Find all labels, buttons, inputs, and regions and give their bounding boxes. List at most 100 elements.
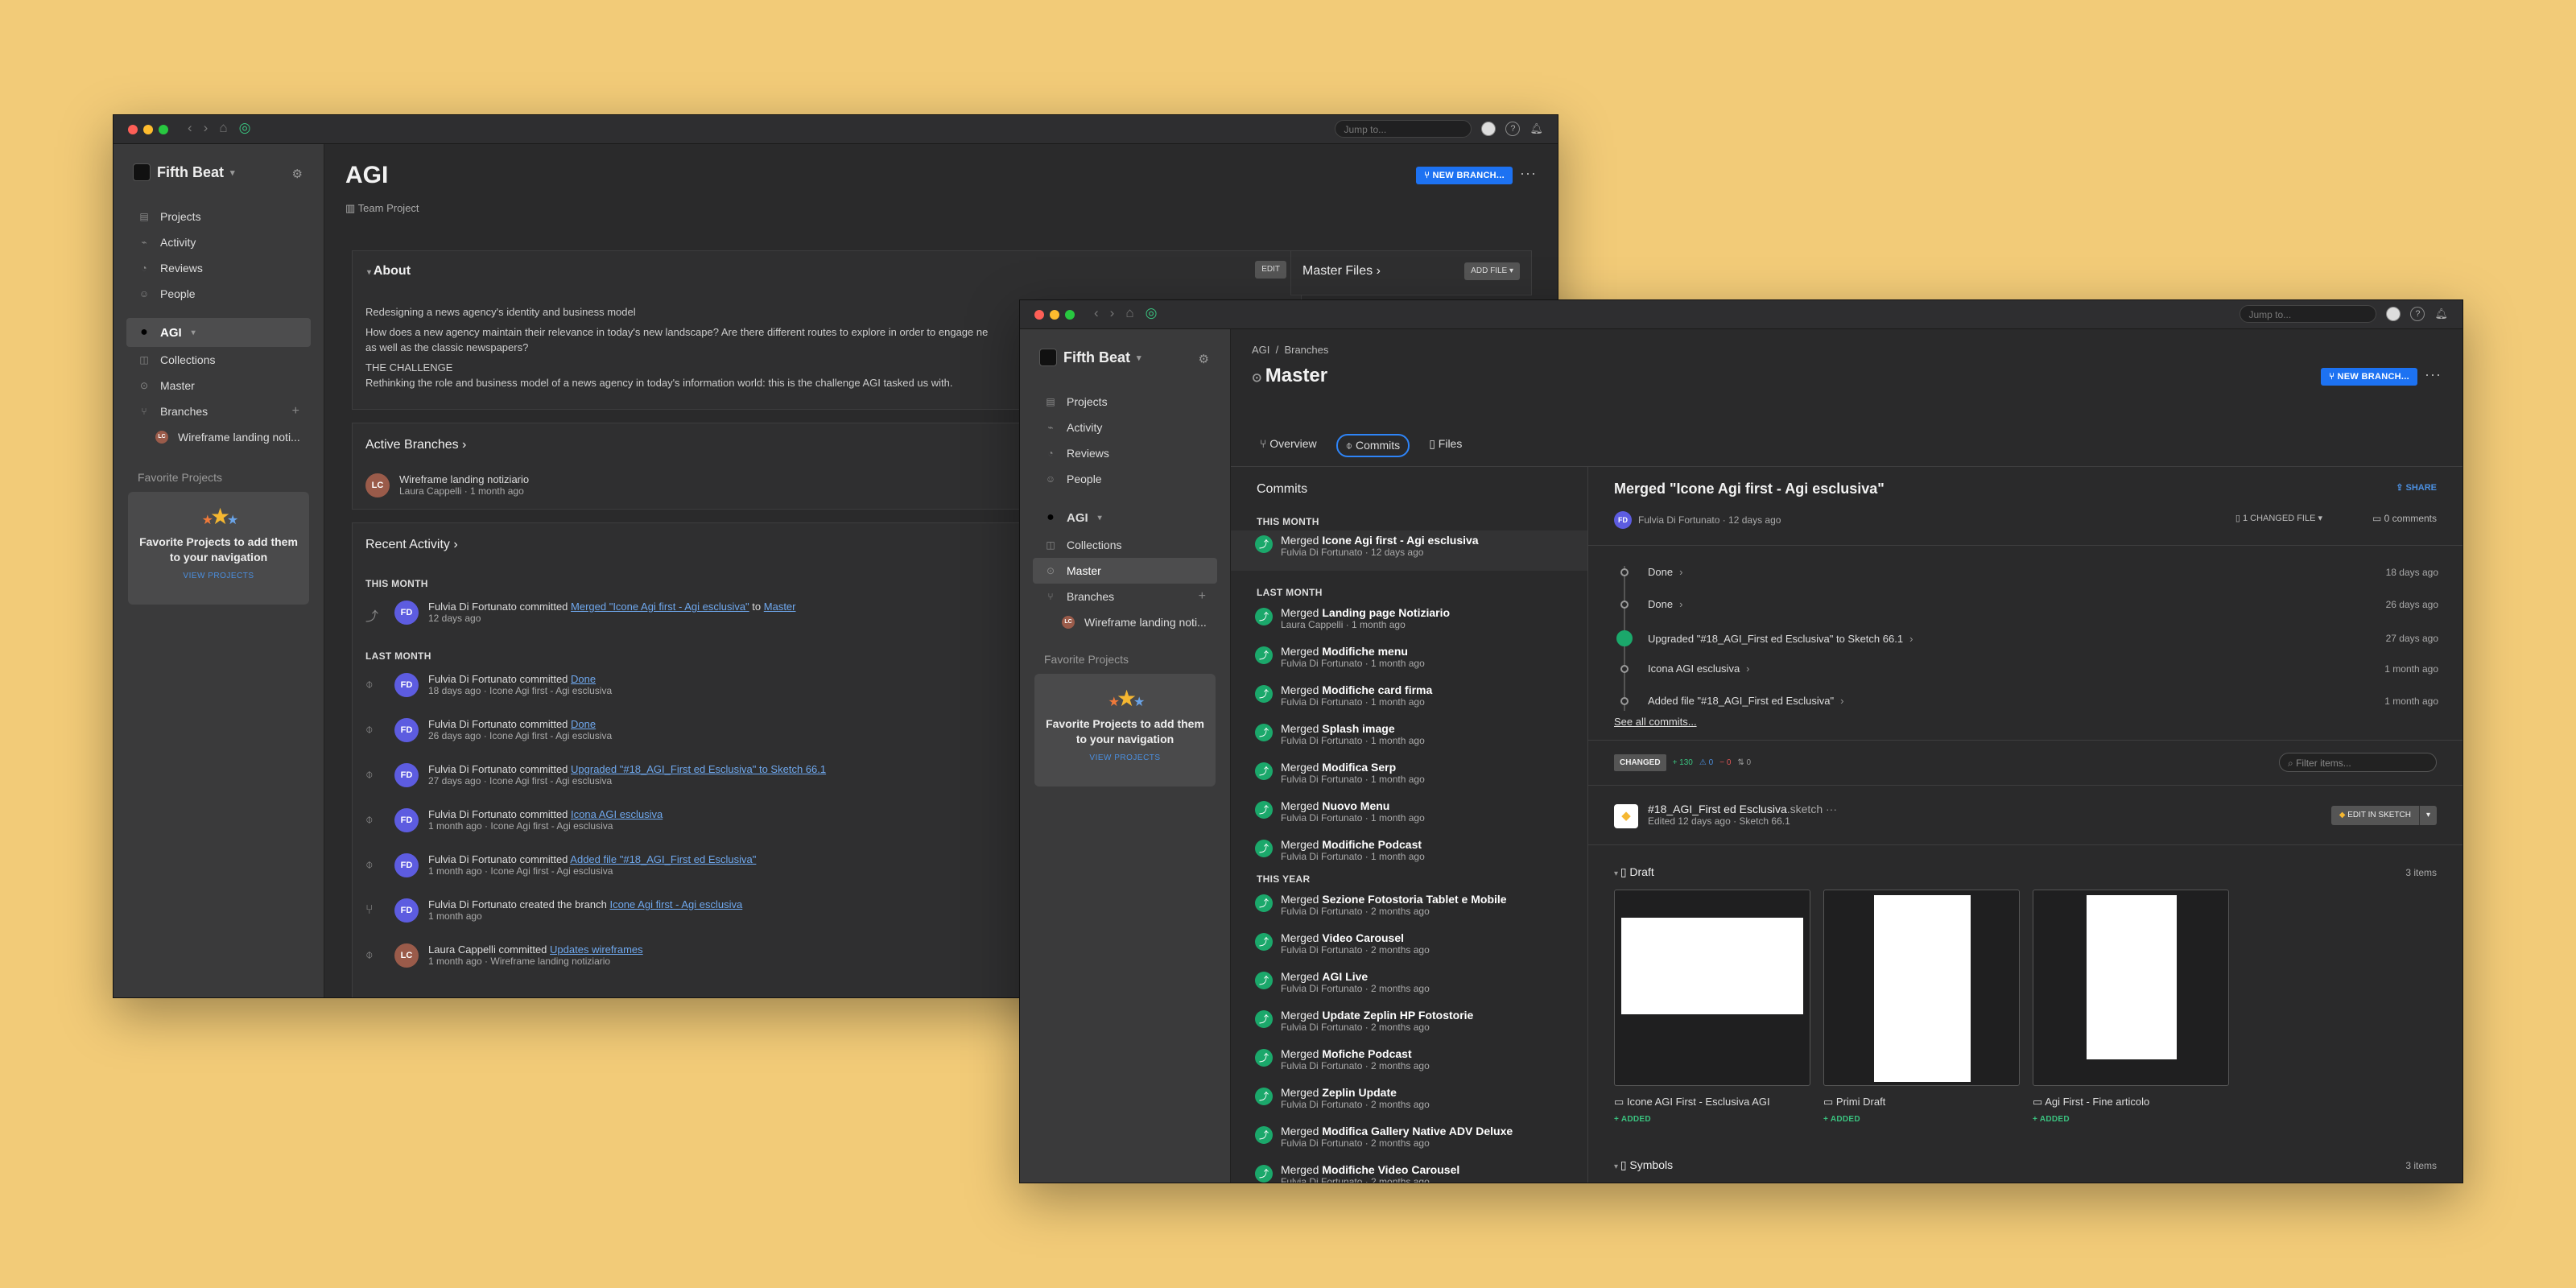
- sidebar-item-collections[interactable]: ◫ Collections: [1033, 532, 1217, 558]
- sidebar-item-branches[interactable]: ⑂ Branches +: [126, 398, 311, 424]
- see-all-commits-link[interactable]: See all commits...: [1614, 716, 1697, 728]
- minimize-icon[interactable]: [143, 125, 153, 134]
- artboard-thumbnail[interactable]: [2033, 890, 2229, 1086]
- zoom-icon[interactable]: [1065, 310, 1075, 320]
- changed-file-dropdown[interactable]: ▯ 1 CHANGED FILE ▾: [2235, 513, 2322, 523]
- sidebar-project-agi[interactable]: ● AGI ▾: [1033, 503, 1217, 532]
- artboard-thumbnail[interactable]: [1823, 890, 2020, 1086]
- artboard-name[interactable]: ▭ Primi Draft: [1823, 1096, 1885, 1108]
- commit-link[interactable]: Icone Agi first - Agi esclusiva: [609, 898, 742, 910]
- share-button[interactable]: ⇪ SHARE: [2396, 482, 2437, 493]
- view-projects-link[interactable]: VIEW PROJECTS: [1034, 753, 1216, 762]
- minimize-icon[interactable]: [1050, 310, 1059, 320]
- sidebar-item-projects[interactable]: ▤ Projects: [126, 204, 311, 229]
- view-projects-link[interactable]: VIEW PROJECTS: [128, 572, 309, 580]
- org-switcher[interactable]: Fifth Beat ▾: [133, 163, 235, 181]
- edit-button[interactable]: EDIT: [1255, 261, 1286, 279]
- commit-link[interactable]: Added file "#18_AGI_First ed Esclusiva": [570, 853, 756, 865]
- sync-icon[interactable]: ◎: [239, 120, 251, 136]
- tab-overview[interactable]: ⑂ Overview: [1252, 434, 1325, 457]
- forward-icon[interactable]: ›: [204, 120, 208, 136]
- history-item[interactable]: Icona AGI esclusiva › 1 month ago: [1620, 663, 2438, 675]
- avatar[interactable]: [1481, 122, 1496, 136]
- jump-to-input[interactable]: Jump to...: [2240, 305, 2377, 323]
- sidebar-item-activity[interactable]: ⌁ Activity: [126, 229, 311, 255]
- file-info[interactable]: #18_AGI_First ed Esclusiva.sketch ··· Edi…: [1648, 803, 1837, 827]
- back-icon[interactable]: ‹: [1094, 305, 1099, 321]
- breadcrumb[interactable]: AGI / Branches: [1252, 344, 1328, 356]
- commit-item[interactable]: ⤴ Merged Nuovo Menu Fulvia Di Fortunato ·…: [1255, 799, 1587, 824]
- more-icon[interactable]: ···: [2425, 366, 2442, 383]
- commit-item[interactable]: ⤴ Merged Modifiche Podcast Fulvia Di Fort…: [1255, 838, 1587, 862]
- commit-item[interactable]: ⤴ Merged Splash image Fulvia Di Fortunato…: [1255, 722, 1587, 746]
- draft-page-heading[interactable]: ▾ ▯ Draft: [1614, 865, 1654, 879]
- close-icon[interactable]: [128, 125, 138, 134]
- new-branch-button[interactable]: ⑂ NEW BRANCH...: [2321, 368, 2417, 386]
- more-icon[interactable]: ···: [1520, 165, 1537, 182]
- commit-item[interactable]: ⤴ Merged Video Carousel Fulvia Di Fortuna…: [1255, 931, 1587, 956]
- sidebar-item-people[interactable]: ☺ People: [126, 281, 311, 307]
- settings-sliders-icon[interactable]: ⚙: [1199, 352, 1209, 366]
- add-branch-icon[interactable]: +: [1199, 589, 1206, 604]
- jump-to-input[interactable]: Jump to...: [1335, 120, 1472, 138]
- sidebar-project-agi[interactable]: ● AGI ▾: [126, 318, 311, 347]
- tab-files[interactable]: ▯ Files: [1421, 434, 1470, 457]
- history-item[interactable]: Done › 26 days ago: [1620, 598, 2438, 610]
- bell-icon[interactable]: 🔔︎: [1530, 122, 1543, 135]
- sidebar-item-reviews[interactable]: ◔ Reviews: [126, 255, 311, 281]
- commit-item[interactable]: ⤴ Merged Modifica Serp Fulvia Di Fortunat…: [1255, 761, 1587, 785]
- close-icon[interactable]: [1034, 310, 1044, 320]
- sidebar-branch-item[interactable]: LC Wireframe landing noti...: [126, 424, 311, 450]
- help-icon[interactable]: ?: [2410, 307, 2425, 321]
- bell-icon[interactable]: 🔔︎: [2434, 308, 2448, 320]
- commit-link[interactable]: Merged "Icone Agi first - Agi esclusiva": [571, 601, 749, 613]
- commit-item[interactable]: ⤴ Merged Modifiche menu Fulvia Di Fortuna…: [1255, 645, 1587, 669]
- comments-button[interactable]: ▭ 0 comments: [2372, 513, 2437, 524]
- tab-commits[interactable]: ⌽ Commits: [1335, 434, 1410, 457]
- commit-item[interactable]: ⤴ Merged Landing page Notiziario Laura Ca…: [1255, 606, 1587, 630]
- sidebar-item-master[interactable]: ⊙ Master: [126, 373, 311, 398]
- active-branches-heading[interactable]: Active Branches ›: [365, 438, 466, 452]
- artboard-name[interactable]: ▭ Agi First - Fine articolo: [2033, 1096, 2149, 1108]
- changed-filter[interactable]: CHANGED: [1614, 754, 1666, 771]
- commit-item[interactable]: ⤴ Merged Sezione Fotostoria Tablet e Mob…: [1255, 893, 1587, 917]
- zoom-icon[interactable]: [159, 125, 168, 134]
- symbols-page-heading[interactable]: ▾ ▯ Symbols: [1614, 1158, 1673, 1172]
- commit-item[interactable]: ⤴ Merged Mofiche Podcast Fulvia Di Fortun…: [1255, 1047, 1587, 1071]
- commit-item[interactable]: ⤴ Merged AGI Live Fulvia Di Fortunato · 2…: [1255, 970, 1587, 994]
- add-branch-icon[interactable]: +: [292, 404, 299, 419]
- commit-item[interactable]: ⤴ Merged Modifiche Video Carousel Fulvia …: [1255, 1163, 1587, 1183]
- sidebar-item-reviews[interactable]: ◔ Reviews: [1033, 440, 1217, 466]
- branch-item[interactable]: LC Wireframe landing notiziario Laura Cap…: [365, 473, 529, 497]
- sidebar-item-people[interactable]: ☺ People: [1033, 466, 1217, 492]
- history-item[interactable]: Upgraded "#18_AGI_First ed Esclusiva" to…: [1616, 630, 2438, 646]
- commit-item[interactable]: ⤴ Merged Icone Agi first - Agi esclusiva…: [1255, 534, 1587, 558]
- sidebar-item-collections[interactable]: ◫ Collections: [126, 347, 311, 373]
- about-heading[interactable]: ▾ About: [367, 264, 411, 279]
- forward-icon[interactable]: ›: [1110, 305, 1115, 321]
- commit-item[interactable]: ⤴ Merged Zeplin Update Fulvia Di Fortunat…: [1255, 1086, 1587, 1110]
- recent-activity-heading[interactable]: Recent Activity ›: [365, 538, 458, 552]
- history-item[interactable]: Added file "#18_AGI_First ed Esclusiva" ›…: [1620, 695, 2438, 707]
- commit-link[interactable]: Updates wireframes: [550, 943, 643, 956]
- sync-icon[interactable]: ◎: [1146, 305, 1158, 321]
- help-icon[interactable]: ?: [1505, 122, 1521, 136]
- commit-link[interactable]: Done: [571, 673, 596, 685]
- sidebar-item-master[interactable]: ⊙ Master: [1033, 558, 1217, 584]
- branch-link[interactable]: Master: [764, 601, 796, 613]
- settings-sliders-icon[interactable]: ⚙: [292, 167, 303, 181]
- sidebar-item-projects[interactable]: ▤ Projects: [1033, 389, 1217, 415]
- sidebar-branch-item[interactable]: LC Wireframe landing noti...: [1033, 609, 1217, 635]
- commit-link[interactable]: Upgraded "#18_AGI_First ed Esclusiva" to…: [571, 763, 826, 775]
- artboard-thumbnail[interactable]: [1614, 890, 1810, 1086]
- sidebar-item-branches[interactable]: ⑂ Branches +: [1033, 584, 1217, 609]
- sidebar-item-activity[interactable]: ⌁ Activity: [1033, 415, 1217, 440]
- history-item[interactable]: Done › 18 days ago: [1620, 566, 2438, 578]
- commit-item[interactable]: ⤴ Merged Modifica Gallery Native ADV Del…: [1255, 1125, 1587, 1149]
- master-files-heading[interactable]: Master Files ›: [1302, 264, 1381, 279]
- org-switcher[interactable]: Fifth Beat ▾: [1039, 349, 1141, 366]
- avatar[interactable]: [2386, 307, 2401, 321]
- home-icon[interactable]: ⌂: [219, 120, 227, 136]
- back-icon[interactable]: ‹: [188, 120, 192, 136]
- commit-item[interactable]: ⤴ Merged Update Zeplin HP Fotostorie Fulv…: [1255, 1009, 1587, 1033]
